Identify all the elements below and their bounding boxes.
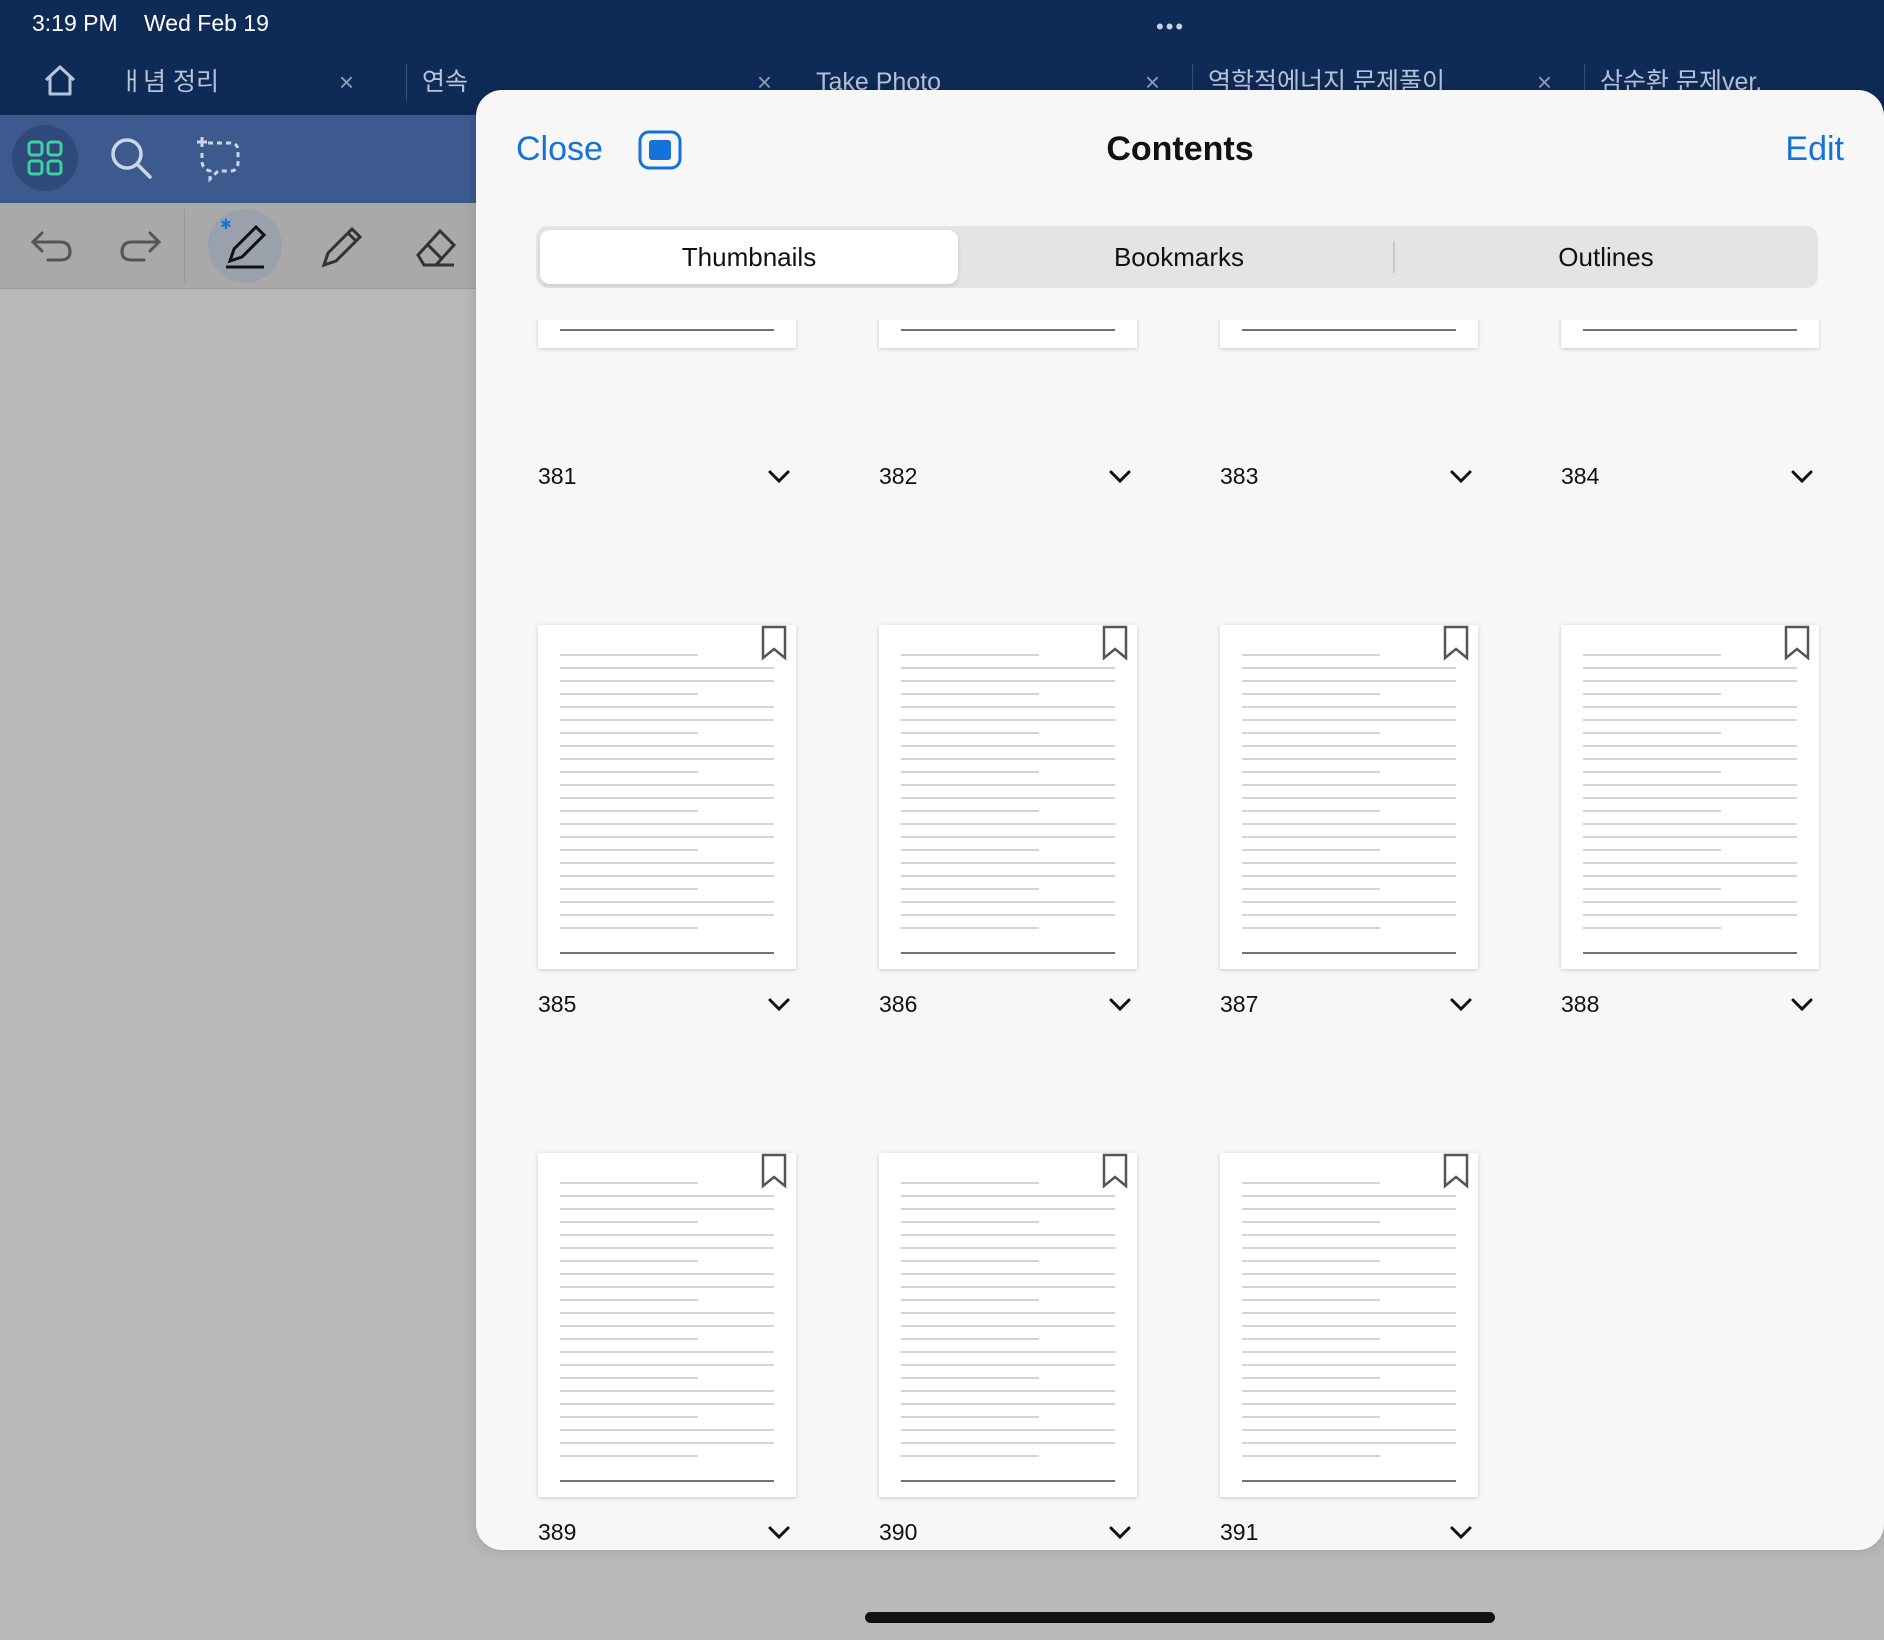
redo-icon[interactable] [116,225,164,265]
pen-icon: ✱ [220,217,267,269]
grid-button[interactable] [12,125,78,191]
bookmark-icon[interactable] [1442,1153,1470,1189]
page-preview [560,329,774,331]
svg-text:✱: ✱ [220,217,232,233]
chevron-down-icon[interactable] [1791,470,1813,484]
page-number-label: 383 [1220,463,1259,489]
page-preview [901,1182,1115,1482]
page-preview [560,654,774,954]
lasso-icon[interactable] [194,133,244,183]
bookmark-icon[interactable] [1101,1153,1129,1189]
undo-icon[interactable] [28,225,76,265]
page-number-label: 388 [1561,991,1600,1017]
page-thumbnail[interactable] [879,320,1137,348]
page-thumbnail[interactable] [538,320,796,348]
page-thumbnail[interactable] [538,625,796,969]
page-thumbnail[interactable] [879,1153,1137,1497]
home-indicator[interactable] [865,1612,1495,1623]
page-preview [1583,654,1797,954]
pen-button[interactable]: ✱ [208,209,282,283]
tab-label: ㅐ념 정리 [120,68,219,96]
segment-divider [1393,241,1395,273]
page-number-label: 381 [538,463,577,489]
segment-outlines[interactable]: Outlines [1398,230,1814,284]
view-segmented-control: Thumbnails Bookmarks Outlines [536,226,1818,288]
tab-label: 연속 [422,68,469,96]
bookmark-icon[interactable] [1101,625,1129,661]
bookmark-icon[interactable] [1442,625,1470,661]
page-preview [1242,329,1456,331]
page-thumbnail[interactable] [1220,625,1478,969]
page-preview [901,329,1115,331]
page-thumbnail[interactable] [879,625,1137,969]
page-preview [560,1182,774,1482]
edit-button[interactable]: Edit [1785,130,1844,169]
page-number-label: 386 [879,991,918,1017]
page-thumbnail[interactable] [1561,320,1819,348]
status-time: 3:19 PM [32,10,118,36]
grid-icon [27,140,63,176]
page-number-label: 384 [1561,463,1600,489]
search-icon[interactable] [108,135,154,181]
chevron-down-icon[interactable] [1450,470,1472,484]
chevron-down-icon[interactable] [1450,998,1472,1012]
page-thumbnail[interactable] [538,1153,796,1497]
page-thumbnail[interactable] [1220,320,1478,348]
status-date: Wed Feb 19 [144,10,269,36]
chevron-down-icon[interactable] [1109,998,1131,1012]
multitask-dots[interactable]: ••• [1156,14,1185,40]
chevron-down-icon[interactable] [768,470,790,484]
page-preview [1242,654,1456,954]
bookmark-icon[interactable] [1783,625,1811,661]
toolbar-divider [184,209,185,283]
page-preview [901,654,1115,954]
chevron-down-icon[interactable] [1791,998,1813,1012]
bookmark-icon[interactable] [760,1153,788,1189]
page-number-label: 391 [1220,1519,1259,1545]
document-tab-0[interactable]: ㅐ념 정리 × [104,52,374,112]
chevron-down-icon[interactable] [768,998,790,1012]
page-number-label: 385 [538,991,577,1017]
segment-bookmarks[interactable]: Bookmarks [970,230,1388,284]
tab-close-icon[interactable]: × [339,52,354,112]
pencil-icon[interactable] [316,221,366,271]
contents-panel: Close Contents Edit Thumbnails Bookmarks… [476,90,1884,1550]
chevron-down-icon[interactable] [768,1526,790,1540]
eraser-icon[interactable] [410,221,460,271]
page-number-label: 382 [879,463,918,489]
page-preview [1583,329,1797,331]
segment-thumbnails[interactable]: Thumbnails [540,230,958,284]
page-number-label: 387 [1220,991,1259,1017]
page-thumbnail[interactable] [1220,1153,1478,1497]
tab-separator [406,64,407,100]
chevron-down-icon[interactable] [1109,1526,1131,1540]
bookmark-icon[interactable] [760,625,788,661]
panel-title: Contents [1106,130,1254,168]
page-number-label: 390 [879,1519,918,1545]
page-preview [1242,1182,1456,1482]
home-icon[interactable] [40,62,80,98]
thumbnail-grid: 381 382 383 384 385 386 387 388 389 390 391 [476,320,1884,1550]
page-number-label: 389 [538,1519,577,1545]
page-thumbnail[interactable] [1561,625,1819,969]
chevron-down-icon[interactable] [1450,1526,1472,1540]
chevron-down-icon[interactable] [1109,470,1131,484]
